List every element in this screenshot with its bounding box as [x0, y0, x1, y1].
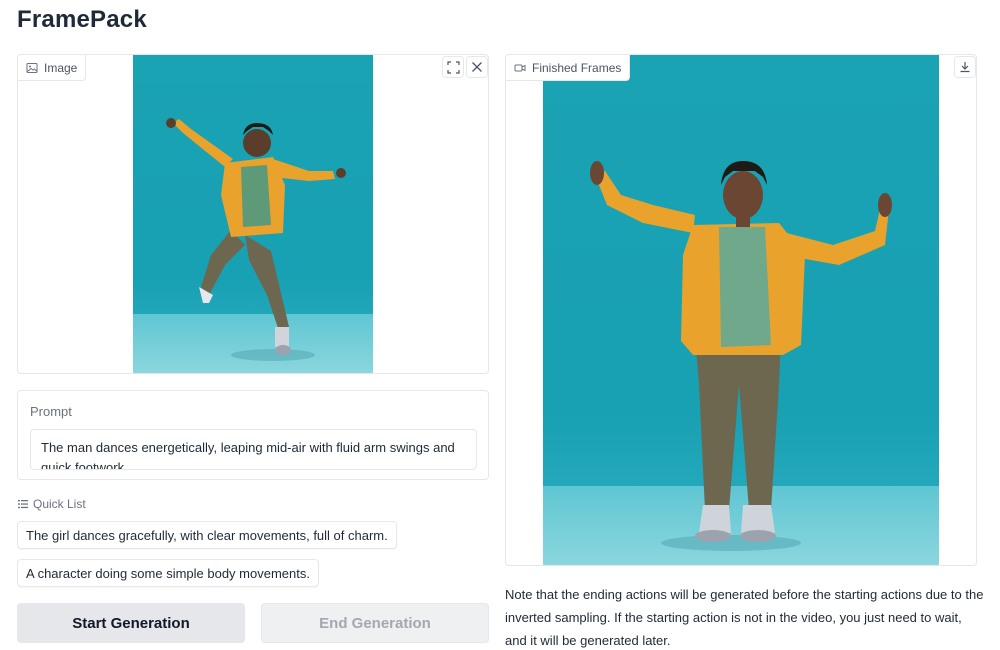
dancer-figure: [166, 118, 346, 361]
output-video[interactable]: [543, 55, 939, 565]
list-icon: [18, 500, 28, 509]
close-icon: [472, 62, 482, 72]
video-panel-label-text: Finished Frames: [532, 60, 622, 75]
fullscreen-icon: [446, 60, 460, 74]
download-icon: [960, 62, 970, 73]
prompt-label: Prompt: [30, 404, 72, 419]
prompt-input[interactable]: The man dances energetically, leaping mi…: [30, 429, 477, 470]
quick-list-label: Quick List: [18, 497, 86, 511]
quick-list-label-text: Quick List: [33, 497, 86, 511]
generation-note: Note that the ending actions will be gen…: [505, 587, 984, 648]
end-generation-button[interactable]: End Generation: [261, 603, 489, 643]
video-camera-icon: [514, 64, 526, 71]
prompt-block: Prompt The man dances energetically, lea…: [17, 390, 489, 480]
input-image: [133, 55, 373, 373]
finished-frames-panel: Finished Frames: [505, 54, 977, 566]
dancer-figure: [590, 161, 892, 551]
clear-image-button[interactable]: [466, 56, 488, 78]
app-title: FramePack: [17, 6, 147, 33]
quick-list-item[interactable]: The girl dances gracefully, with clear m…: [17, 521, 397, 549]
video-panel-label: Finished Frames: [506, 55, 631, 81]
image-icon: [26, 62, 38, 73]
start-generation-button[interactable]: Start Generation: [17, 603, 245, 643]
download-button[interactable]: [954, 56, 976, 78]
image-upload-panel[interactable]: Image: [17, 54, 489, 374]
image-panel-label-text: Image: [44, 60, 78, 75]
fullscreen-button[interactable]: [442, 56, 464, 78]
quick-list-item[interactable]: A character doing some simple body movem…: [17, 559, 319, 587]
image-panel-label: Image: [18, 55, 87, 81]
